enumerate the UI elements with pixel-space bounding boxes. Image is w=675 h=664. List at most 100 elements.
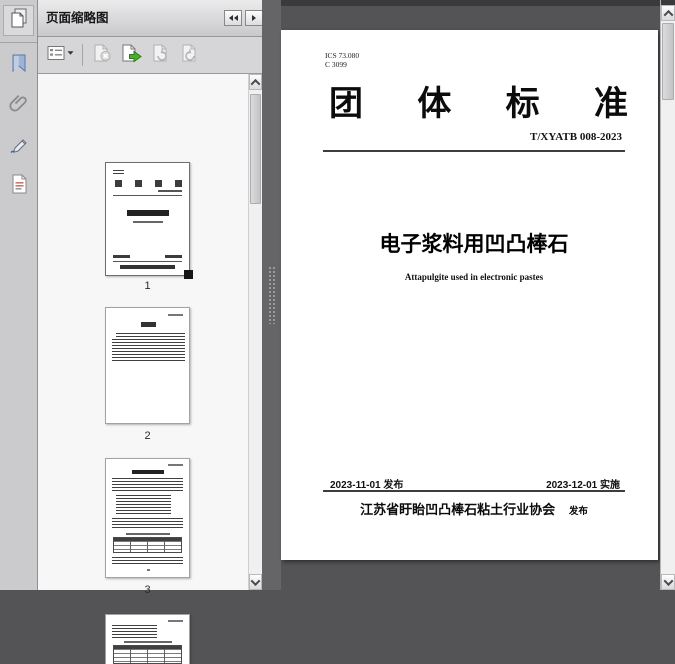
preview-char [115, 180, 122, 187]
thumbnail-list: 1 2 3 [38, 74, 248, 590]
extract-page-icon [120, 43, 144, 68]
preview-date-left [113, 255, 130, 258]
sidebar-separator [0, 42, 37, 43]
preview-ics-lines [113, 170, 124, 175]
preview-date-right [165, 255, 182, 258]
header-rule [323, 150, 625, 152]
scroll-down-button[interactable] [249, 574, 262, 590]
preview-page-number [147, 569, 150, 571]
big-title-char: 准 [594, 86, 628, 124]
document-title-cn: 电子浆料用凹凸棒石 [323, 228, 625, 258]
big-title-char: 团 [329, 86, 363, 124]
preview-text [116, 333, 185, 338]
preview-heading [132, 470, 164, 474]
panel-title: 页面缩略图 [46, 0, 109, 36]
preview-std-number [158, 190, 182, 192]
navigation-sidebar [0, 0, 38, 590]
panel-header: 页面缩略图 [38, 0, 262, 37]
preview-table [113, 645, 182, 664]
preview-header [168, 464, 183, 466]
page-thumbnails-panel-button[interactable] [3, 5, 34, 36]
attachments-panel-button[interactable] [3, 88, 34, 119]
preview-publisher [120, 265, 175, 269]
thumbnail-page-3[interactable] [105, 458, 190, 578]
standard-type-title: 团 体 标 准 [329, 86, 628, 124]
preview-table-caption [124, 641, 172, 643]
right-arrow-icon [252, 15, 256, 21]
page-with-lines-icon [9, 173, 29, 200]
thumbnail-page-number: 1 [105, 280, 190, 292]
document-title-en: Attapulgite used in electronic pastes [323, 272, 625, 282]
publisher-suffix: 发布 [569, 506, 588, 517]
thumbnail-page-number: 3 [105, 584, 190, 596]
scroll-up-button[interactable] [249, 74, 262, 90]
preview-text [112, 478, 183, 492]
scrollbar-thumb[interactable] [662, 23, 674, 100]
dates-row: 2023-11-01 发布 2023-12-01 实施 [330, 476, 620, 491]
page-view-box-handle[interactable] [184, 270, 193, 279]
page-thumbnails-panel: 页面缩略图 [38, 0, 262, 590]
big-title-char: 标 [506, 86, 540, 124]
panel-splitter[interactable] [262, 0, 281, 590]
preview-header [168, 314, 183, 316]
options-menu-icon [47, 45, 74, 66]
bookmarks-panel-button[interactable] [3, 50, 34, 81]
expand-panel-button[interactable] [245, 10, 263, 26]
preview-text [112, 557, 183, 565]
thumbnails-toolbar [38, 37, 262, 74]
preview-text [112, 518, 183, 530]
rotate-counterclockwise-icon [150, 43, 173, 68]
scrollbar-thumb[interactable] [250, 94, 261, 204]
preview-title [127, 210, 169, 216]
document-scrollbar[interactable] [660, 0, 675, 590]
thumbnail-scrollbar[interactable] [248, 74, 262, 590]
preview-text [112, 339, 185, 362]
preview-char [135, 180, 142, 187]
preview-char [175, 180, 182, 187]
ics-line-1: ICS 73.080 [325, 51, 359, 60]
document-content-panel-button[interactable] [3, 171, 34, 202]
extract-page-button[interactable] [117, 41, 147, 69]
publisher-row: 江苏省盱眙凹凸棒石粘土行业协会 发布 [323, 499, 625, 518]
signatures-panel-button[interactable] [3, 131, 34, 162]
thumbnail-page-1[interactable] [105, 162, 190, 276]
document-view[interactable]: ICS 73.080 C 3099 团 体 标 准 T/XYATB 008-20… [281, 0, 660, 590]
footer-rule [323, 490, 625, 492]
rotate-clockwise-button[interactable] [176, 41, 205, 69]
splitter-grip-icon [268, 266, 276, 324]
release-date: 2023-11-01 发布 [330, 476, 403, 491]
paperclip-icon [8, 90, 30, 117]
preview-text [112, 625, 157, 639]
document-top-band [281, 0, 660, 6]
double-left-arrow-icon2 [234, 15, 238, 21]
pdf-page-1: ICS 73.080 C 3099 团 体 标 准 T/XYATB 008-20… [281, 30, 658, 560]
delete-page-icon [91, 43, 114, 68]
thumbnail-page-2[interactable] [105, 307, 190, 424]
preview-rule [113, 195, 182, 196]
standard-number: T/XYATB 008-2023 [530, 131, 622, 143]
rotate-counterclockwise-button[interactable] [147, 41, 176, 69]
page-thumbnails-icon [8, 7, 30, 34]
chevron-down-icon [251, 576, 261, 586]
thumbnail-options-button[interactable] [44, 41, 77, 69]
scroll-down-button[interactable] [661, 574, 675, 590]
collapse-panel-button[interactable] [224, 10, 242, 26]
chevron-up-icon [663, 9, 673, 19]
preview-rule2 [113, 261, 182, 262]
preview-header [168, 620, 183, 622]
pdf-viewer-window: 页面缩略图 [0, 0, 675, 590]
preview-table-caption [126, 533, 170, 535]
scroll-up-button[interactable] [661, 5, 675, 21]
preview-subtitle [133, 221, 163, 223]
bookmarks-icon [9, 52, 29, 79]
delete-page-button[interactable] [88, 41, 117, 69]
signature-pen-icon [8, 133, 30, 160]
double-left-arrow-icon [229, 15, 233, 21]
publisher-name: 江苏省盱眙凹凸棒石粘土行业协会 [360, 502, 555, 517]
preview-list [116, 495, 171, 515]
chevron-up-icon [251, 78, 261, 88]
ics-code-block: ICS 73.080 C 3099 [325, 51, 359, 69]
thumbnail-page-4[interactable] [105, 614, 190, 664]
preview-heading [141, 322, 156, 327]
preview-char [155, 180, 162, 187]
